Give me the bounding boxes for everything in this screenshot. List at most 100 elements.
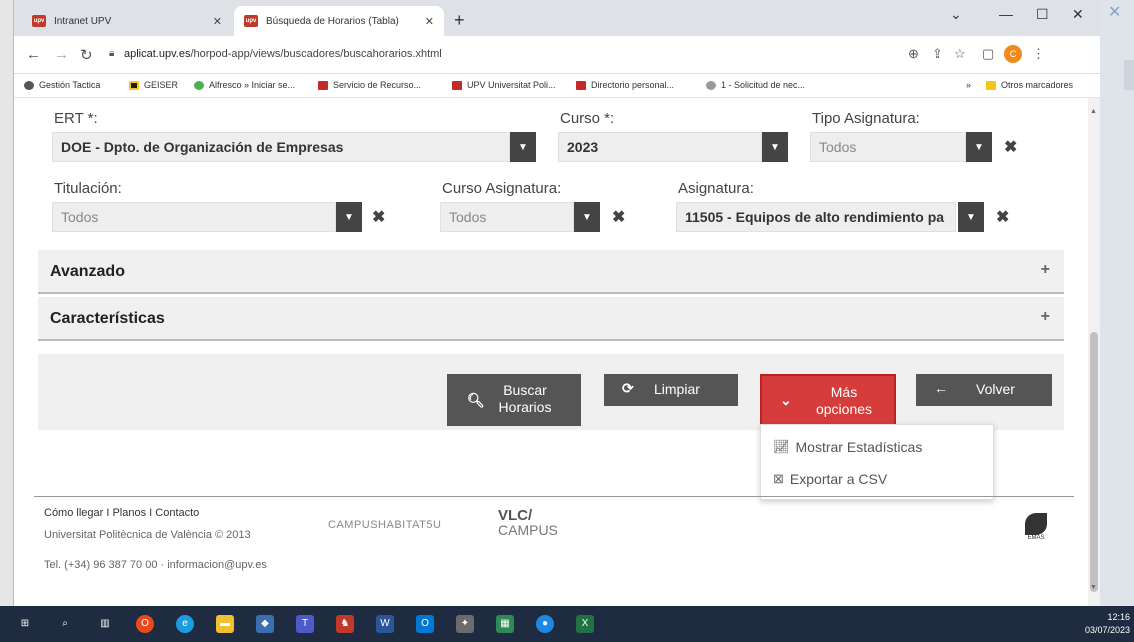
csv-file-icon: ⊠ (773, 471, 784, 486)
task-view-icon[interactable]: ▥ (96, 615, 114, 633)
tipo-asignatura-label: Tipo Asignatura: (812, 110, 920, 127)
mas-opciones-button[interactable]: ⌄ Más opciones (760, 374, 896, 426)
button-label: Más opciones (815, 384, 873, 417)
maximize-button[interactable]: ☐ (1036, 6, 1049, 23)
folder-icon (986, 80, 996, 90)
footer-links[interactable]: Cómo llegar I Planos I Contacto (44, 507, 199, 519)
clear-icon[interactable]: ✖ (1004, 137, 1017, 157)
close-window-button[interactable]: ✕ (1072, 6, 1084, 23)
file-explorer-icon[interactable]: ▬ (216, 615, 234, 633)
back-button[interactable]: ← (26, 46, 41, 63)
clear-icon[interactable]: ✖ (372, 207, 385, 227)
excel-icon[interactable]: X (576, 615, 594, 633)
scroll-up-icon[interactable]: ▲ (1090, 108, 1097, 115)
other-bookmarks[interactable]: Otros marcadores (986, 80, 1073, 90)
ert-select[interactable]: DOE - Dpto. de Organización de Empresas (52, 132, 510, 162)
close-tab-icon[interactable]: ✕ (213, 15, 222, 28)
tab-busqueda[interactable]: upv Búsqueda de Horarios (Tabla) ✕ (234, 6, 444, 36)
lock-icon: 🔒︎ (109, 48, 115, 59)
bookmark-item[interactable]: Gestión Tactica (24, 80, 100, 90)
bookmark-icon (24, 80, 34, 90)
scroll-area (1124, 60, 1134, 90)
chevron-down-icon[interactable]: ⌄ (950, 6, 962, 23)
clock-time: 12:16 (1107, 612, 1130, 622)
chevron-down-icon[interactable]: ▼ (966, 132, 992, 162)
app-icon[interactable]: ● (536, 615, 554, 633)
chevron-down-icon[interactable]: ▼ (958, 202, 984, 232)
tipo-asignatura-select[interactable]: Todos (810, 132, 966, 162)
panel-avanzado[interactable]: Avanzado + (38, 250, 1064, 294)
chevron-down-icon[interactable]: ▼ (574, 202, 600, 232)
windows-start-icon[interactable]: ⊞ (16, 615, 34, 633)
close-icon[interactable]: ✕ (1108, 2, 1121, 22)
asignatura-select[interactable]: 11505 - Equipos de alto rendimiento pa (676, 202, 956, 232)
curso-select[interactable]: 2023 (558, 132, 762, 162)
curso-label: Curso *: (560, 110, 615, 127)
profile-avatar[interactable]: C (1004, 45, 1022, 63)
bookmark-item[interactable]: Directorio personal... (576, 80, 674, 90)
word-icon[interactable]: W (376, 615, 394, 633)
plus-icon[interactable]: + (1041, 308, 1050, 326)
menu-icon[interactable]: ⋮ (1032, 46, 1045, 62)
bookmark-item[interactable]: Servicio de Recurso... (318, 80, 421, 90)
bookmark-item[interactable]: UPV Universitat Poli... (452, 80, 556, 90)
panel-caracteristicas[interactable]: Características + (38, 297, 1064, 341)
teams-icon[interactable]: T (296, 615, 314, 633)
app-icon[interactable]: ✦ (456, 615, 474, 633)
titulacion-label: Titulación: (54, 180, 122, 197)
curso-asignatura-select[interactable]: Todos (440, 202, 574, 232)
scroll-down-icon[interactable]: ▼ (1090, 584, 1097, 591)
calculator-icon[interactable]: ▦ (496, 615, 514, 633)
url-field[interactable]: aplicat.upv.es/horpod-app/views/buscador… (124, 48, 442, 60)
reload-button[interactable]: ↻ (80, 46, 93, 64)
chevron-down-icon[interactable]: ▼ (336, 202, 362, 232)
menu-item-exportar-csv[interactable]: ⊠ Exportar a CSV (773, 471, 887, 487)
bookmarks-more[interactable]: » (966, 80, 971, 90)
background-window-right: ✕ (1100, 0, 1134, 606)
upv-favicon-icon: upv (32, 15, 46, 27)
clear-icon[interactable]: ✖ (612, 207, 625, 227)
bookmark-icon (318, 80, 328, 90)
page-scrollbar[interactable]: ▲ ▼ (1088, 98, 1100, 606)
minimize-button[interactable]: — (999, 6, 1013, 22)
zoom-icon[interactable]: ⊕ (908, 46, 919, 62)
new-tab-button[interactable]: + (454, 10, 465, 31)
share-icon[interactable]: ⇪ (932, 46, 943, 62)
opera-icon[interactable]: O (136, 615, 154, 633)
browser-window: upv Intranet UPV ✕ upv Búsqueda de Horar… (14, 0, 1100, 606)
footer-contact: Tel. (+34) 96 387 70 00 · informacion@up… (44, 559, 267, 571)
chart-icon: 📈︎ (773, 439, 790, 454)
app-icon[interactable]: ◆ (256, 615, 274, 633)
campus-habitat-logo: CAMPUSHABITAT5U (328, 519, 442, 531)
vlc-campus-logo: VLC/ CAMPUS (498, 507, 558, 538)
bookmarks-bar: Gestión Tactica GEISER Alfresco » Inicia… (14, 74, 1100, 98)
limpiar-button[interactable]: ⟳ Limpiar (604, 374, 738, 406)
forward-button[interactable]: → (54, 46, 69, 63)
scroll-thumb[interactable] (1090, 332, 1098, 592)
plus-icon[interactable]: + (1041, 261, 1050, 279)
chevron-down-icon[interactable]: ▼ (762, 132, 788, 162)
sidepanel-icon[interactable]: ▢ (982, 46, 994, 62)
buscar-horarios-button[interactable]: 🔍︎ Buscar Horarios (447, 374, 581, 426)
chevron-down-icon: ⌄ (780, 392, 792, 408)
titulacion-select[interactable]: Todos (52, 202, 336, 232)
bookmark-item[interactable]: 1 - Solicitud de nec... (706, 80, 805, 90)
footer: Cómo llegar I Planos I Contacto Universi… (34, 496, 1074, 606)
search-icon[interactable]: ⌕ (56, 615, 74, 633)
clear-icon[interactable]: ✖ (996, 207, 1009, 227)
edge-icon[interactable]: e (176, 615, 194, 633)
panel-title: Avanzado (50, 263, 125, 280)
close-tab-icon[interactable]: ✕ (425, 15, 434, 28)
chevron-down-icon[interactable]: ▼ (510, 132, 536, 162)
app-icon[interactable]: ♞ (336, 615, 354, 633)
button-label: Limpiar (654, 381, 700, 397)
menu-item-estadisticas[interactable]: 📈︎ Mostrar Estadísticas (773, 439, 922, 455)
bookmark-item[interactable]: Alfresco » Iniciar se... (194, 80, 295, 90)
page-content: ▲ ▼ ERT *: DOE - Dpto. de Organización d… (14, 98, 1100, 606)
star-icon[interactable]: ☆ (954, 46, 966, 62)
volver-button[interactable]: ← Volver (916, 374, 1052, 406)
outlook-icon[interactable]: O (416, 615, 434, 633)
clock[interactable]: 12:16 03/07/2023 (1085, 611, 1130, 637)
tab-intranet[interactable]: upv Intranet UPV ✕ (22, 6, 232, 36)
bookmark-item[interactable]: GEISER (129, 80, 178, 90)
